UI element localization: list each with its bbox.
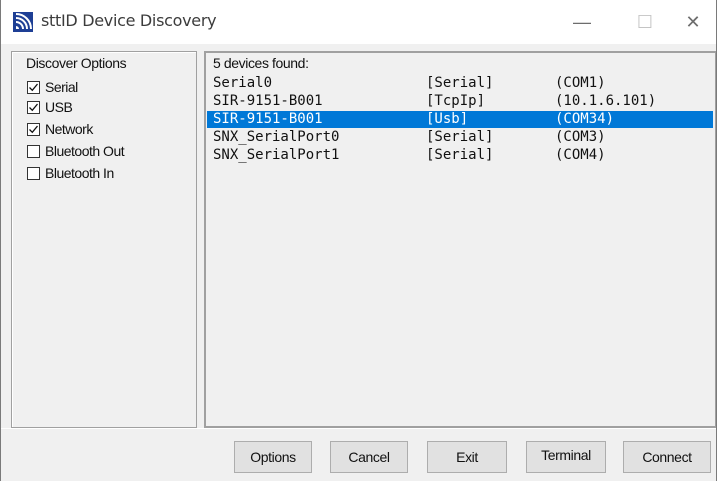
terminal-button[interactable]: Terminal — [526, 441, 606, 473]
close-button[interactable]: ✕ — [669, 0, 717, 44]
device-name: Serial0 — [213, 75, 273, 91]
device-type: [Serial] — [426, 75, 494, 91]
device-name: SNX_SerialPort1 — [213, 147, 340, 163]
device-port: (COM1) — [555, 75, 606, 91]
device-type: [Serial] — [426, 147, 494, 163]
signal-waves-icon — [13, 12, 33, 32]
device-row[interactable]: SNX_SerialPort0 [Serial] (COM3) — [207, 129, 713, 146]
devices-found-count: 5 devices found: — [213, 55, 309, 71]
device-list[interactable]: 5 devices found: Serial0 [Serial] (COM1)… — [204, 51, 716, 428]
checkbox-label: USB — [45, 99, 73, 115]
device-name: SNX_SerialPort0 — [213, 129, 340, 145]
checkbox-label: Bluetooth In — [45, 165, 114, 181]
checkbox-bluetooth-out[interactable]: Bluetooth Out — [27, 142, 125, 160]
maximize-button[interactable]: ☐ — [621, 0, 669, 44]
discover-options-title: Discover Options — [26, 55, 127, 71]
close-icon: ✕ — [685, 11, 701, 32]
checkbox-box[interactable] — [27, 100, 40, 114]
window-title: sttID Device Discovery — [41, 11, 217, 30]
checkbox-label: Bluetooth Out — [45, 143, 125, 159]
checkbox-box[interactable] — [27, 166, 40, 180]
options-button[interactable]: Options — [234, 441, 312, 473]
exit-button[interactable]: Exit — [427, 441, 507, 473]
minimize-icon: — — [573, 11, 591, 32]
connect-button-label: Connect — [642, 449, 692, 465]
checkmark-icon — [29, 103, 39, 111]
checkbox-box[interactable] — [27, 144, 40, 158]
title-bar[interactable]: sttID Device Discovery — ☐ ✕ — [1, 0, 716, 44]
device-port: (COM34) — [555, 111, 615, 127]
device-type: [Serial] — [426, 129, 494, 145]
device-name: SIR-9151-B001 — [213, 111, 323, 127]
checkbox-usb[interactable]: USB — [27, 98, 73, 116]
device-row[interactable]: SIR-9151-B001 [TcpIp] (10.1.6.101) — [207, 93, 713, 110]
checkmark-icon — [29, 83, 39, 91]
device-port: (COM3) — [555, 129, 606, 145]
footer-divider — [1, 428, 716, 429]
device-row[interactable]: Serial0 [Serial] (COM1) — [207, 75, 713, 92]
device-type: [Usb] — [426, 111, 469, 127]
checkbox-box[interactable] — [27, 80, 40, 94]
device-discovery-window: sttID Device Discovery — ☐ ✕ Discover Op… — [0, 0, 717, 481]
checkbox-network[interactable]: Network — [27, 120, 93, 138]
connect-button[interactable]: Connect — [623, 441, 711, 473]
cancel-button[interactable]: Cancel — [330, 441, 408, 473]
checkbox-label: Serial — [45, 79, 78, 95]
checkbox-box[interactable] — [27, 122, 40, 136]
exit-button-label: Exit — [456, 449, 478, 465]
device-port: (COM4) — [555, 147, 606, 163]
options-button-label: Options — [250, 449, 296, 465]
checkbox-bluetooth-in[interactable]: Bluetooth In — [27, 164, 114, 182]
cancel-button-label: Cancel — [348, 449, 390, 465]
device-port: (10.1.6.101) — [555, 93, 657, 109]
maximize-icon: ☐ — [636, 11, 654, 32]
checkbox-label: Network — [45, 121, 93, 137]
device-name: SIR-9151-B001 — [213, 93, 323, 109]
terminal-button-label: Terminal — [541, 447, 591, 463]
device-row[interactable]: SNX_SerialPort1 [Serial] (COM4) — [207, 147, 713, 164]
discover-options-panel: Discover Options Serial USB Network Blue… — [11, 51, 197, 428]
checkbox-serial[interactable]: Serial — [27, 78, 78, 96]
minimize-button[interactable]: — — [558, 0, 606, 44]
checkmark-icon — [29, 125, 39, 133]
device-row-selected[interactable]: SIR-9151-B001 [Usb] (COM34) — [207, 111, 713, 128]
device-type: [TcpIp] — [426, 93, 486, 109]
